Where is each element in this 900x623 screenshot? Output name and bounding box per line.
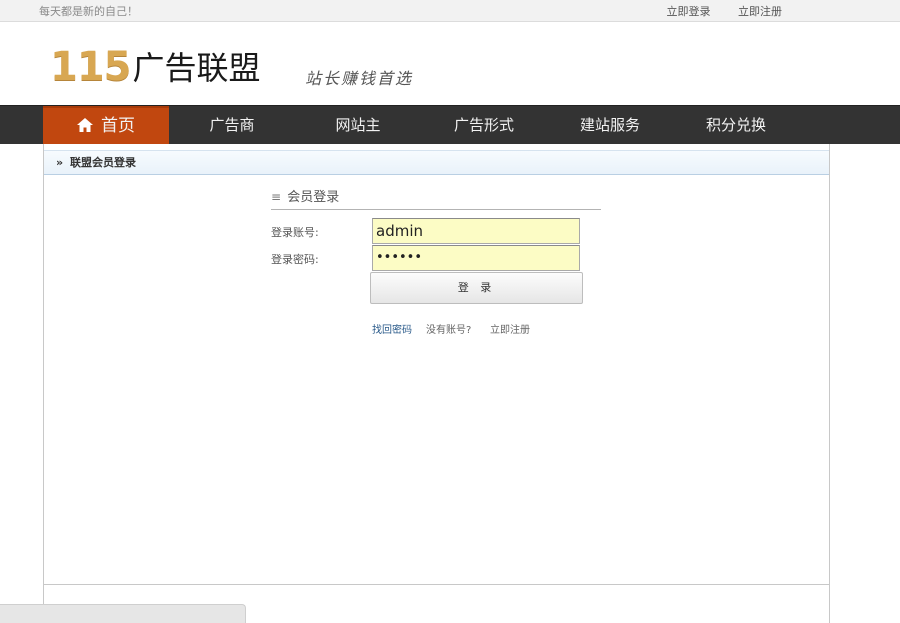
register-link[interactable]: 立即注册 xyxy=(490,321,530,336)
site-logo[interactable]: 115 广告联盟 xyxy=(50,44,261,88)
login-title: ≡ 会员登录 xyxy=(271,186,601,210)
account-input[interactable]: admin xyxy=(372,218,580,244)
nav-item-site-building[interactable]: 建站服务 xyxy=(547,106,673,145)
nav-item-label: 网站主 xyxy=(335,116,381,134)
breadcrumb-arrow-icon: » xyxy=(56,156,64,169)
logo-name: 广告联盟 xyxy=(132,49,261,87)
footer-divider xyxy=(44,584,829,585)
nav-item-webmaster[interactable]: 网站主 xyxy=(295,106,421,145)
home-icon xyxy=(77,109,93,132)
nav-item-label: 广告商 xyxy=(209,116,255,134)
forgot-password-link[interactable]: 找回密码 xyxy=(372,321,412,336)
account-label: 登录账号: xyxy=(271,226,319,239)
nav-item-ad-formats[interactable]: 广告形式 xyxy=(421,106,547,145)
site-header: 115 广告联盟 站长赚钱首选 xyxy=(0,22,900,105)
nav-item-points-exchange[interactable]: 积分兑换 xyxy=(673,106,799,145)
main-nav: 首页 广告商 网站主 广告形式 建站服务 积分兑换 xyxy=(0,105,900,145)
top-bar: 每天都是新的自己！ 立即登录 立即注册 xyxy=(0,0,900,22)
nav-item-label: 积分兑换 xyxy=(705,116,766,134)
site-tagline: 站长赚钱首选 xyxy=(305,69,414,88)
nav-item-advertiser[interactable]: 广告商 xyxy=(169,106,295,145)
login-button[interactable]: 登 录 xyxy=(370,272,583,304)
slogan-text: 每天都是新的自己！ xyxy=(39,5,138,18)
nav-item-label: 首页 xyxy=(101,116,135,136)
no-account-text: 没有账号? xyxy=(426,325,472,336)
password-input[interactable]: •••••• xyxy=(372,245,580,271)
page: 每天都是新的自己！ 立即登录 立即注册 115 广告联盟 站长赚钱首选 首页 广… xyxy=(0,0,900,623)
browser-status-tab xyxy=(0,604,246,623)
content-frame: » 联盟会员登录 ≡ 会员登录 登录账号: admin 登录密码: ••••••… xyxy=(43,144,830,623)
breadcrumb-label: 联盟会员登录 xyxy=(69,156,136,169)
top-login-link[interactable]: 立即登录 xyxy=(667,5,711,18)
password-label: 登录密码: xyxy=(271,253,319,266)
top-links: 立即登录 立即注册 xyxy=(643,3,783,19)
nav-item-label: 广告形式 xyxy=(453,116,514,134)
nav-item-home[interactable]: 首页 xyxy=(43,106,169,145)
top-register-link[interactable]: 立即注册 xyxy=(738,5,782,18)
logo-number: 115 xyxy=(50,44,131,90)
breadcrumb: » 联盟会员登录 xyxy=(44,150,829,175)
nav-item-label: 建站服务 xyxy=(579,116,640,134)
menu-lines-icon: ≡ xyxy=(271,190,282,204)
login-title-text: 会员登录 xyxy=(287,190,340,205)
